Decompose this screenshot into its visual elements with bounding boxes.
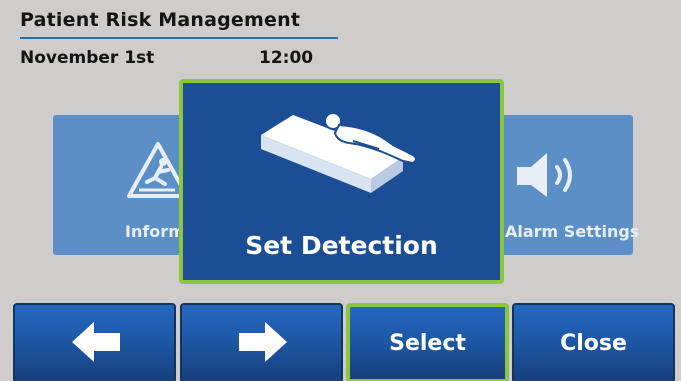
page-title: Patient Risk Management — [20, 9, 301, 31]
arrow-right-icon — [239, 322, 287, 362]
previous-button[interactable] — [13, 303, 176, 381]
set-detection-card[interactable]: Set Detection — [179, 79, 504, 284]
patient-bed-icon — [261, 112, 417, 193]
next-button[interactable] — [180, 303, 343, 381]
alarm-settings-card-label: Alarm Settings — [505, 222, 640, 241]
select-button[interactable]: Select — [346, 303, 509, 381]
close-button[interactable]: Close — [512, 303, 675, 381]
title-underline — [20, 37, 338, 39]
time-display: 12:00 — [259, 48, 314, 68]
arrow-left-icon — [72, 322, 120, 362]
set-detection-label: Set Detection — [245, 231, 438, 260]
patient-risk-management-screen: Patient Risk Management November 1st 12:… — [0, 0, 681, 381]
speaker-icon — [517, 153, 572, 197]
close-button-label: Close — [560, 331, 627, 356]
date-display: November 1st — [20, 48, 155, 68]
select-button-label: Select — [389, 331, 466, 356]
bottom-button-bar: Select Close — [0, 300, 681, 381]
